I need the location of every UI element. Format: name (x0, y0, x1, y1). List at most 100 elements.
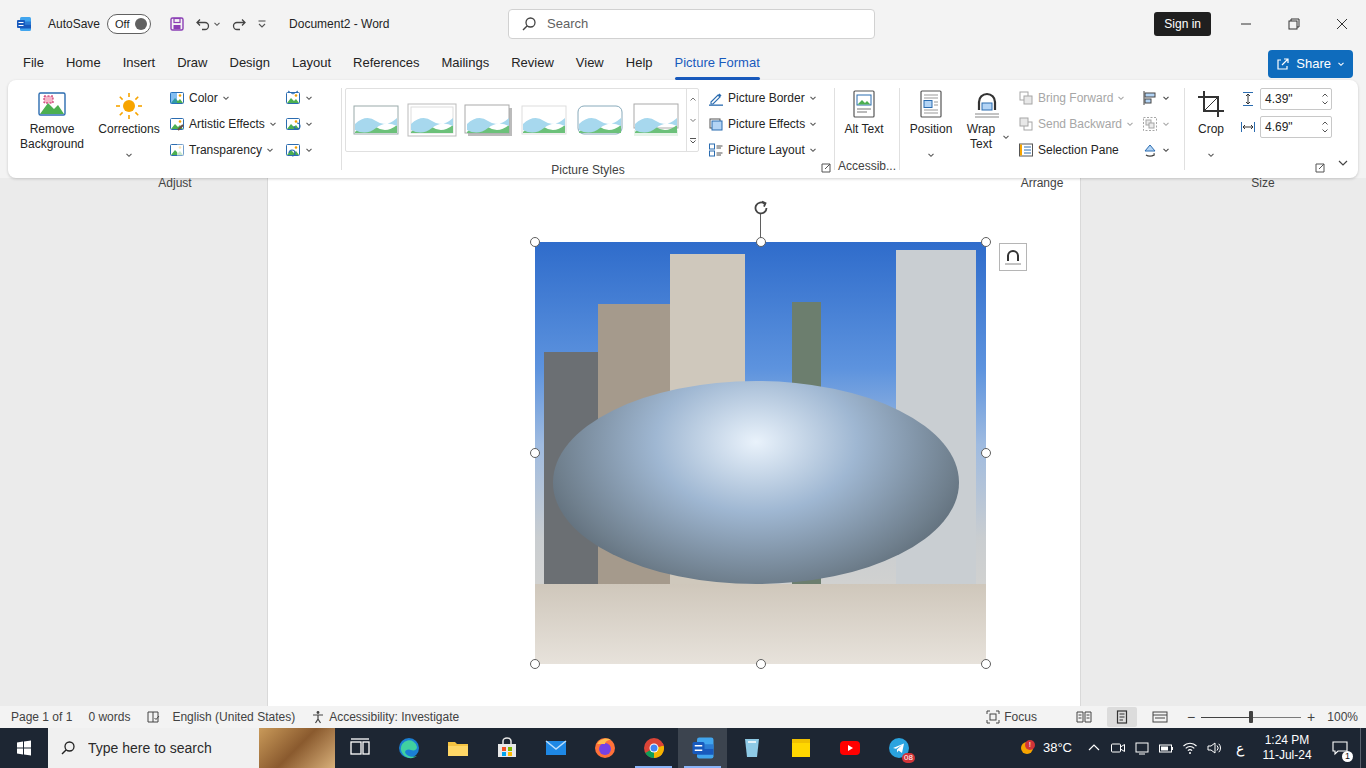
ribbon-tab[interactable]: Design (219, 48, 281, 80)
dropdown-caret-icon[interactable] (1162, 146, 1170, 154)
picture-style-thumbnail[interactable] (350, 98, 402, 142)
picture-style-thumbnail[interactable] (406, 98, 458, 142)
more-styles-icon[interactable] (687, 130, 698, 151)
zoom-slider-thumb[interactable] (1249, 711, 1253, 723)
picture-border-button[interactable]: Picture Border (705, 86, 820, 110)
minimize-button[interactable] (1222, 0, 1270, 48)
remove-background-button[interactable]: Remove Background (12, 84, 92, 154)
ribbon-tab[interactable]: View (565, 48, 615, 80)
show-desktop-button[interactable] (1360, 728, 1366, 768)
wifi-button[interactable] (1178, 728, 1202, 768)
mail-taskbar-button[interactable] (531, 728, 580, 768)
rotate-handle-icon[interactable] (751, 198, 771, 218)
dropdown-caret-icon[interactable] (305, 120, 313, 128)
reset-picture-button[interactable] (282, 138, 316, 162)
zoom-level[interactable]: 100% (1327, 708, 1358, 726)
scroll-up-icon[interactable] (687, 89, 698, 110)
wrap-text-button[interactable]: Wrap Text (961, 84, 1013, 154)
dropdown-caret-icon[interactable] (1117, 94, 1125, 102)
ribbon-tab[interactable]: Layout (281, 48, 342, 80)
volume-button[interactable] (1202, 728, 1226, 768)
resize-handle[interactable] (530, 448, 540, 458)
word-count[interactable]: 0 words (88, 708, 130, 726)
proofing-icon[interactable] (146, 710, 160, 724)
dropdown-caret-icon[interactable] (266, 146, 274, 154)
scroll-down-icon[interactable] (687, 110, 698, 131)
resize-handle[interactable] (530, 659, 540, 669)
firefox-taskbar-button[interactable] (580, 728, 629, 768)
dropdown-caret-icon[interactable] (1207, 137, 1215, 173)
ribbon-tab[interactable]: Mailings (431, 48, 501, 80)
group-button[interactable] (1139, 112, 1173, 136)
focus-button[interactable]: Focus (986, 708, 1037, 726)
pen-button[interactable] (1130, 728, 1154, 768)
resize-handle[interactable] (981, 237, 991, 247)
redo-icon[interactable] (231, 16, 247, 32)
picture-style-thumbnail[interactable] (574, 98, 626, 142)
zoom-in-button[interactable]: + (1307, 707, 1315, 728)
customize-toolbar-icon[interactable] (257, 18, 267, 30)
dialog-launcher-icon[interactable] (1315, 163, 1325, 173)
height-field[interactable]: 4.39" (1260, 88, 1332, 110)
share-button[interactable]: Share (1268, 50, 1353, 78)
dropdown-caret-icon[interactable] (305, 146, 313, 154)
chrome-taskbar-button[interactable] (629, 728, 678, 768)
alt-text-button[interactable]: Alt Text (838, 84, 890, 139)
ribbon-tab[interactable]: Insert (112, 48, 167, 80)
ribbon-tab[interactable]: Help (615, 48, 664, 80)
transparency-button[interactable]: Transparency (166, 138, 280, 162)
picture-effects-button[interactable]: Picture Effects (705, 112, 820, 136)
color-button[interactable]: Color (166, 86, 280, 110)
dialog-launcher-icon[interactable] (821, 163, 831, 173)
artistic-button[interactable]: Artistic Effects (166, 112, 280, 136)
width-field[interactable]: 4.69" (1260, 116, 1332, 138)
ribbon-tab[interactable]: Picture Format (664, 48, 771, 80)
language[interactable]: English (United States) (172, 708, 295, 726)
save-icon[interactable] (169, 16, 185, 32)
ribbon-tab[interactable]: Home (55, 48, 112, 80)
dropdown-caret-icon[interactable] (809, 94, 817, 102)
sign-in-button[interactable]: Sign in (1154, 12, 1211, 36)
resize-handle[interactable] (981, 448, 991, 458)
collapse-ribbon-icon[interactable] (1337, 157, 1349, 169)
dropdown-caret-icon[interactable] (305, 94, 313, 102)
search-input[interactable] (545, 13, 874, 35)
resize-handle[interactable] (756, 659, 766, 669)
corrections-button[interactable]: Corrections (94, 84, 164, 175)
word-taskbar-button[interactable] (678, 728, 727, 768)
taskbar-search[interactable] (48, 728, 335, 768)
meet-now-button[interactable] (1106, 728, 1130, 768)
notifications-button[interactable]: 1 (1320, 728, 1360, 768)
spin-arrows-icon[interactable] (1321, 90, 1329, 108)
undo-icon[interactable] (195, 16, 211, 32)
read-view-button[interactable] (1069, 707, 1099, 727)
start-button[interactable] (0, 728, 48, 768)
ribbon-tab[interactable]: File (12, 48, 55, 80)
picture-style-thumbnail[interactable] (518, 98, 570, 142)
web-view-button[interactable] (1145, 707, 1175, 727)
send-backward-button[interactable]: Send Backward (1015, 112, 1137, 136)
autosave-toggle[interactable]: Off (107, 14, 151, 34)
dropdown-caret-icon[interactable] (1162, 94, 1170, 102)
dropdown-caret-icon[interactable] (1126, 120, 1134, 128)
input-language[interactable]: ع (1226, 738, 1254, 759)
dropdown-caret-icon[interactable] (809, 120, 817, 128)
app-taskbar-button[interactable] (727, 728, 776, 768)
show-hidden-buttons-icon[interactable] (1082, 728, 1106, 768)
sticky-notes-taskbar-button[interactable] (776, 728, 825, 768)
picture-layout-button[interactable]: Picture Layout (705, 138, 820, 162)
print-view-button[interactable] (1107, 707, 1137, 727)
document-page[interactable] (267, 178, 1081, 706)
picture-style-thumbnail[interactable] (462, 98, 514, 142)
compress-picture-button[interactable] (282, 86, 316, 110)
page-count[interactable]: Page 1 of 1 (11, 708, 72, 726)
clock[interactable]: 1:24 PM11-Jul-24 (1254, 733, 1320, 763)
layout-options-button[interactable] (999, 243, 1027, 271)
dropdown-caret-icon[interactable] (213, 20, 221, 28)
ribbon-tab[interactable]: Draw (166, 48, 218, 80)
dropdown-caret-icon[interactable] (269, 120, 277, 128)
change-picture-button[interactable] (282, 112, 316, 136)
edge-taskbar-button[interactable] (384, 728, 433, 768)
picture-style-thumbnail[interactable] (630, 98, 682, 142)
telegram-taskbar-button[interactable]: 08 (874, 728, 923, 768)
